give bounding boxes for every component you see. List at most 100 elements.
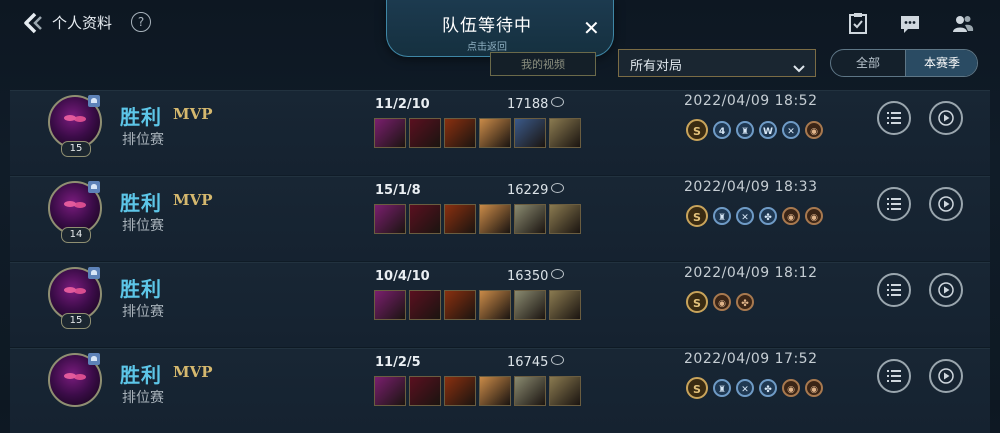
my-video-button[interactable]: 我的视频 xyxy=(490,52,596,76)
achievement-badges: S ♜ ✕ ✤ ◉ ◉ xyxy=(686,205,828,227)
close-icon[interactable]: ✕ xyxy=(583,16,600,40)
match-date: 2022/04/09 18:33 xyxy=(684,179,818,195)
kda: 11/2/5 xyxy=(375,355,421,370)
mvp-badge: MVP xyxy=(173,363,213,381)
chevron-down-icon xyxy=(793,58,805,77)
match-row[interactable]: 15 胜利 MVP 排位赛 11/2/10 17188 2022/04/09 18:52 S 4… xyxy=(10,90,990,175)
item-slot-icon xyxy=(479,290,511,320)
kda: 11/2/10 xyxy=(375,97,430,112)
match-detail-button[interactable] xyxy=(877,359,911,393)
gold-value: 17188 xyxy=(507,97,549,112)
item-slot-icon xyxy=(549,376,581,406)
item-slot-icon xyxy=(374,204,406,234)
item-slot-icon xyxy=(514,204,546,234)
item-slot-icon xyxy=(374,118,406,148)
achievement-badge-icon: ✕ xyxy=(736,379,754,397)
item-build xyxy=(374,290,584,320)
item-slot-icon xyxy=(409,290,441,320)
gold-amount: 16229 xyxy=(507,183,565,198)
item-slot-icon xyxy=(444,290,476,320)
replay-button[interactable] xyxy=(929,359,963,393)
replay-button[interactable] xyxy=(929,273,963,307)
item-slot-icon xyxy=(549,204,581,234)
queue-return-hint[interactable]: 点击返回 xyxy=(387,38,587,53)
achievement-badge-icon: ♜ xyxy=(713,379,731,397)
achievement-badge-icon: ✤ xyxy=(759,207,777,225)
coin-icon xyxy=(551,97,565,107)
achievement-badge-icon: ♜ xyxy=(736,121,754,139)
party-icon xyxy=(88,353,100,365)
hero-avatar: 15 xyxy=(48,267,102,329)
match-type-value: 所有对局 xyxy=(630,59,683,74)
achievement-badge-icon: ✤ xyxy=(736,293,754,311)
game-mode: 排位赛 xyxy=(122,132,164,148)
gold-value: 16745 xyxy=(507,355,549,370)
chat-icon[interactable] xyxy=(898,12,922,36)
gold-value: 16229 xyxy=(507,183,549,198)
achievement-badge-icon: ◉ xyxy=(805,379,823,397)
gold-amount: 17188 xyxy=(507,97,565,112)
achievement-badge-icon: ◉ xyxy=(805,207,823,225)
help-icon[interactable]: ? xyxy=(131,12,151,32)
back-arrow-icon[interactable] xyxy=(20,10,46,36)
match-result: 胜利 xyxy=(120,105,162,129)
match-result: 胜利 xyxy=(120,277,162,301)
match-row[interactable]: 14 胜利 MVP 排位赛 15/1/8 16229 2022/04/09 18:33 S ♜ ✕… xyxy=(10,176,990,261)
party-icon xyxy=(88,181,100,193)
game-mode: 排位赛 xyxy=(122,304,164,320)
achievement-badge-icon: S xyxy=(686,291,708,313)
replay-button[interactable] xyxy=(929,101,963,135)
page-title: 个人资料 xyxy=(52,14,113,32)
play-icon xyxy=(938,282,954,298)
list-icon xyxy=(887,370,901,382)
coin-icon xyxy=(551,183,565,193)
item-slot-icon xyxy=(479,118,511,148)
play-icon xyxy=(938,110,954,126)
match-detail-button[interactable] xyxy=(877,101,911,135)
item-slot-icon xyxy=(444,118,476,148)
achievement-badge-icon: ♜ xyxy=(713,207,731,225)
match-row[interactable]: 15 胜利 排位赛 10/4/10 16350 2022/04/09 18:12 S ◉ ✤ xyxy=(10,262,990,347)
item-slot-icon xyxy=(374,376,406,406)
achievement-badge-icon: ◉ xyxy=(782,207,800,225)
hero-avatar: 14 xyxy=(48,181,102,243)
item-slot-icon xyxy=(409,376,441,406)
achievement-badge-icon: S xyxy=(686,377,708,399)
match-row[interactable]: 胜利 MVP 排位赛 11/2/5 16745 2022/04/09 17:52 S ♜ ✕ ✤ ◉… xyxy=(10,348,990,433)
achievement-badge-icon: ✕ xyxy=(736,207,754,225)
kda: 15/1/8 xyxy=(375,183,421,198)
achievement-badges: S 4 ♜ W ✕ ◉ xyxy=(686,119,828,141)
item-slot-icon xyxy=(549,118,581,148)
play-icon xyxy=(938,196,954,212)
achievement-badges: S ♜ ✕ ✤ ◉ ◉ xyxy=(686,377,828,399)
coin-icon xyxy=(551,269,565,279)
list-icon xyxy=(887,198,901,210)
item-slot-icon xyxy=(479,204,511,234)
play-icon xyxy=(938,368,954,384)
achievement-badge-icon: ✤ xyxy=(759,379,777,397)
segment-this-season[interactable]: 本赛季 xyxy=(905,50,977,76)
achievement-badge-icon: ◉ xyxy=(805,121,823,139)
achievement-badge-icon: W xyxy=(759,121,777,139)
list-icon xyxy=(887,112,901,124)
hero-level: 14 xyxy=(61,227,91,243)
friends-icon[interactable] xyxy=(951,12,975,36)
item-build xyxy=(374,118,584,148)
task-checklist-icon[interactable] xyxy=(846,12,870,36)
match-type-select[interactable]: 所有对局 xyxy=(618,49,816,77)
gold-amount: 16350 xyxy=(507,269,565,284)
game-mode: 排位赛 xyxy=(122,390,164,406)
hero-level: 15 xyxy=(61,313,91,329)
segment-all[interactable]: 全部 xyxy=(831,50,905,76)
match-result: 胜利 xyxy=(120,191,162,215)
match-detail-button[interactable] xyxy=(877,273,911,307)
match-detail-button[interactable] xyxy=(877,187,911,221)
queue-waiting-popup[interactable]: 队伍等待中 点击返回 ✕ xyxy=(386,0,614,57)
achievement-badge-icon: 4 xyxy=(713,121,731,139)
match-date: 2022/04/09 18:52 xyxy=(684,93,818,109)
achievement-badge-icon: S xyxy=(686,119,708,141)
gold-value: 16350 xyxy=(507,269,549,284)
item-slot-icon xyxy=(549,290,581,320)
hero-avatar: 15 xyxy=(48,95,102,157)
replay-button[interactable] xyxy=(929,187,963,221)
